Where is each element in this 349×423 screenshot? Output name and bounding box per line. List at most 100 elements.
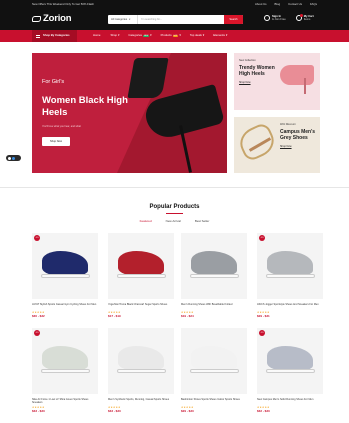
product-price: $29 - $33 bbox=[181, 409, 194, 413]
cart-link[interactable]: My Cart Items bbox=[295, 14, 314, 22]
hero-subtitle: You'll love what you hear, and what bbox=[42, 125, 81, 128]
product-image[interactable]: -5% bbox=[257, 328, 323, 394]
nav-tag-badge: HOT bbox=[172, 34, 179, 38]
theme-toggle[interactable] bbox=[6, 155, 21, 161]
chevron-down-icon: ▾ bbox=[118, 33, 120, 38]
product-card[interactable]: Yoga Mat 'Puma Black Charcoal' Sugar Spo… bbox=[108, 233, 174, 328]
side-banner-campus[interactable]: 40% Discount Campus Men's Grey Shoes Sho… bbox=[234, 117, 320, 173]
top-link-contact[interactable]: Contact Us bbox=[288, 2, 302, 6]
search-button[interactable]: Search bbox=[224, 15, 243, 24]
nav-tag-badge: NEW bbox=[142, 34, 150, 38]
product-price: $29 - $31 bbox=[257, 314, 270, 318]
product-price: $33 - $33 bbox=[108, 409, 121, 413]
divider bbox=[0, 187, 349, 188]
chevron-down-icon: ▾ bbox=[202, 33, 205, 38]
nav-item-elements[interactable]: Elements ▾ bbox=[213, 33, 228, 38]
product-name[interactable]: ASICS Jogger Sportstyle Shoes And Sneake… bbox=[257, 303, 323, 306]
product-tabs: Featured New Arrival Best Seller bbox=[0, 219, 349, 224]
discount-badge: -5% bbox=[259, 235, 265, 241]
product-name[interactable]: Badminton Shoes Sports Shoes Indoor Spor… bbox=[181, 398, 247, 401]
side-banner-heels[interactable]: New Collection Trendy Women High Heels S… bbox=[234, 53, 320, 110]
sneaker-image bbox=[118, 346, 164, 370]
tab-new-arrival[interactable]: New Arrival bbox=[166, 219, 181, 224]
nav-item-products[interactable]: Products HOT ▾ bbox=[161, 33, 181, 38]
product-image[interactable] bbox=[181, 233, 247, 299]
header-actions: Sign In & Join Free My Cart Items bbox=[264, 14, 314, 22]
product-name[interactable]: Yoga Mat 'Puma Black Charcoal' Sugar Spo… bbox=[108, 303, 174, 306]
promo-text: New Offers This Weekend Only To Get 50% … bbox=[32, 2, 94, 6]
cart-icon bbox=[295, 14, 303, 22]
logo-text: Zorion bbox=[43, 13, 72, 24]
hero-banner[interactable]: For Girl's Women Black High Heels You'll… bbox=[32, 53, 227, 173]
chevron-down-icon: ▾ bbox=[179, 33, 181, 38]
product-price: $30 - $32 bbox=[32, 314, 45, 318]
pink-heel-image bbox=[280, 65, 314, 85]
product-price: $32 - $33 bbox=[257, 409, 270, 413]
product-price: $33 - $33 bbox=[32, 409, 45, 413]
product-name[interactable]: New Campus Men's Solid Running Shoes For… bbox=[257, 398, 323, 401]
top-link-about[interactable]: About Us bbox=[255, 2, 267, 6]
hero-eyebrow: For Girl's bbox=[42, 79, 65, 85]
tab-best-seller[interactable]: Best Seller bbox=[195, 219, 210, 224]
chevron-down-icon: ▾ bbox=[150, 33, 152, 38]
product-card[interactable]: Men's Synthetic Sports, Running, Casual … bbox=[108, 328, 174, 423]
product-price: $19 - $24 bbox=[181, 314, 194, 318]
product-image[interactable]: -5% bbox=[32, 233, 98, 299]
search-bar: All Categories ▾ I'm searching for... Se… bbox=[108, 15, 243, 24]
product-card[interactable]: -5% ASICS Jogger Sportstyle Shoes And Sne… bbox=[257, 233, 323, 328]
chevron-down-icon: ▾ bbox=[225, 33, 228, 38]
header: Zorion All Categories ▾ I'm searching fo… bbox=[0, 9, 349, 30]
chevron-down-icon: ▾ bbox=[129, 17, 131, 21]
search-category-select[interactable]: All Categories ▾ bbox=[108, 15, 138, 24]
product-name[interactable]: JAYAT Stylish Sports Casual Gym Cycling … bbox=[32, 303, 98, 306]
logo[interactable]: Zorion bbox=[32, 13, 72, 25]
sneaker-image bbox=[118, 251, 164, 275]
top-links: About Us Blog Contact Us FAQs bbox=[255, 2, 317, 6]
nav-item-shop[interactable]: Shop ▾ bbox=[110, 33, 120, 38]
sneaker-image bbox=[267, 346, 313, 370]
product-price: $17 - $19 bbox=[108, 314, 121, 318]
shop-now-link[interactable]: Shop Now bbox=[239, 81, 251, 84]
product-card[interactable]: -5% Nike Air Force 1 Low LV 'Mica Green S… bbox=[32, 328, 98, 423]
sneaker-image bbox=[191, 346, 237, 370]
sneaker-image bbox=[42, 346, 88, 370]
section-title: Popular Products bbox=[149, 204, 200, 210]
top-link-blog[interactable]: Blog bbox=[275, 2, 281, 6]
product-image[interactable]: -5% bbox=[32, 328, 98, 394]
product-name[interactable]: Men's Running Shoes With Breathable Knit… bbox=[181, 303, 247, 306]
browse-categories-button[interactable]: Shop By Categories bbox=[32, 30, 77, 42]
product-card[interactable]: -5% JAYAT Stylish Sports Casual Gym Cycli… bbox=[32, 233, 98, 328]
shop-now-link[interactable]: Shop Now bbox=[280, 145, 292, 148]
product-image[interactable]: -5% bbox=[257, 233, 323, 299]
product-image[interactable] bbox=[108, 233, 174, 299]
top-bar: New Offers This Weekend Only To Get 50% … bbox=[0, 0, 349, 9]
sneaker-image bbox=[267, 251, 313, 275]
user-icon bbox=[264, 15, 270, 22]
discount-badge: -5% bbox=[34, 235, 40, 241]
top-link-faqs[interactable]: FAQs bbox=[310, 2, 317, 6]
product-card[interactable]: Men's Running Shoes With Breathable Knit… bbox=[181, 233, 247, 328]
main-nav: Shop By Categories Home Shop ▾ Categories NE… bbox=[0, 30, 349, 42]
nav-items: Home Shop ▾ Categories NEW ▾ Products HOT ▾ Top d… bbox=[93, 30, 227, 42]
shoe-logo-icon bbox=[32, 15, 41, 22]
sandal-image bbox=[235, 121, 279, 163]
product-name[interactable]: Nike Air Force 1 Low LV 'Mica Green Spor… bbox=[32, 398, 98, 405]
hero-shop-now-button[interactable]: Shop Now bbox=[42, 137, 70, 146]
tab-featured[interactable]: Featured bbox=[140, 219, 152, 224]
moon-icon bbox=[12, 156, 15, 160]
product-image[interactable] bbox=[181, 328, 247, 394]
nav-item-home[interactable]: Home bbox=[93, 33, 101, 37]
discount-badge: -5% bbox=[34, 330, 40, 336]
product-image[interactable] bbox=[108, 328, 174, 394]
discount-badge: -5% bbox=[259, 330, 265, 336]
nav-item-categories[interactable]: Categories NEW ▾ bbox=[128, 33, 152, 38]
nav-item-top-deals[interactable]: Top deals ▾ bbox=[190, 33, 205, 38]
product-card[interactable]: -5% New Campus Men's Solid Running Shoes … bbox=[257, 328, 323, 423]
product-name[interactable]: Men's Synthetic Sports, Running, Casual … bbox=[108, 398, 174, 401]
product-card[interactable]: Badminton Shoes Sports Shoes Indoor Spor… bbox=[181, 328, 247, 423]
sneaker-image bbox=[42, 251, 88, 275]
search-input[interactable]: I'm searching for... bbox=[138, 18, 224, 21]
hero-title: Women Black High Heels bbox=[42, 95, 128, 118]
sun-icon bbox=[8, 156, 11, 160]
account-link[interactable]: Sign In & Join Free bbox=[264, 15, 286, 22]
